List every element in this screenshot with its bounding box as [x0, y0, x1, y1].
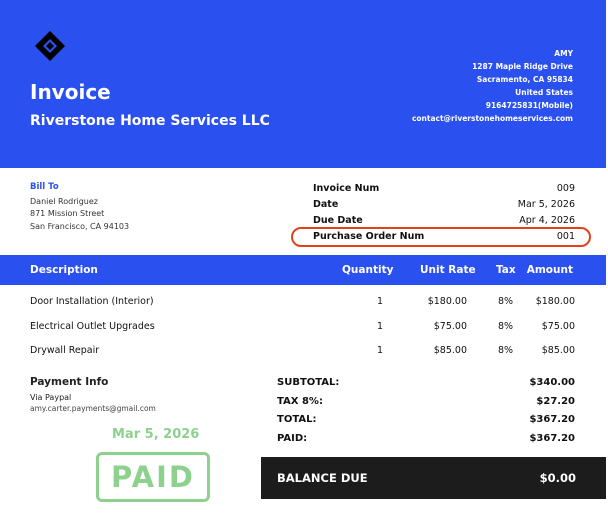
item-amount: $180.00: [535, 296, 575, 307]
po-highlight-oval: [291, 227, 591, 247]
item-unit-rate: $180.00: [427, 296, 467, 307]
line-items: Door Installation (Interior) 1 $180.00 8…: [0, 292, 606, 366]
item-description: Door Installation (Interior): [30, 296, 154, 307]
item-tax: 8%: [498, 345, 514, 356]
meta-label: Invoice Num: [313, 183, 380, 194]
meta-row-invoice-num: Invoice Num 009: [313, 181, 575, 197]
bill-to-block: Bill To Daniel Rodriguez 871 Mission Str…: [30, 181, 129, 233]
table-header: Description Quantity Unit Rate Tax Amoun…: [0, 255, 606, 285]
totals-row: PAID: $367.20: [277, 430, 575, 449]
client-street: 871 Mission Street: [30, 209, 105, 218]
paid-date: Mar 5, 2026: [112, 427, 200, 442]
totals-label: PAID:: [277, 432, 308, 444]
table-row: Drywall Repair 1 $85.00 8% $85.00: [0, 341, 606, 366]
col-tax: Tax: [496, 264, 516, 276]
totals-label: SUBTOTAL:: [277, 377, 340, 388]
totals-block: SUBTOTAL: $340.00 TAX 8%: $27.20 TOTAL: $36…: [277, 374, 575, 448]
item-unit-rate: $85.00: [433, 345, 467, 356]
col-description: Description: [30, 264, 98, 276]
paid-stamp: PAID: [96, 452, 210, 502]
payment-email: amy.carter.payments@gmail.com: [30, 404, 156, 413]
meta-row-date: Date Mar 5, 2026: [313, 197, 575, 213]
totals-value: $27.20: [536, 395, 575, 407]
payment-info: Payment Info Via Paypal amy.carter.payme…: [30, 376, 156, 413]
bill-to-label: Bill To: [30, 182, 59, 192]
client-city: San Francisco, CA 94103: [30, 221, 130, 231]
balance-due-label: BALANCE DUE: [277, 471, 368, 485]
meta-label: Date: [313, 199, 339, 210]
item-tax: 8%: [498, 320, 514, 332]
table-row: Door Installation (Interior) 1 $180.00 8…: [0, 292, 606, 317]
sender-email: contact@riverstonehomeservices.com: [411, 114, 573, 123]
sender-name: AMY: [554, 49, 573, 58]
balance-due-value: $0.00: [539, 471, 576, 485]
diamond-logo-icon: [35, 31, 65, 61]
col-unit-rate: Unit Rate: [420, 264, 476, 276]
sender-country: United States: [515, 88, 573, 97]
company-name: Riverstone Home Services LLC: [30, 113, 270, 129]
sender-phone: 9164725831(Mobile): [485, 101, 573, 110]
sender-address: AMY 1287 Maple Ridge Drive Sacramento, C…: [412, 47, 573, 125]
payment-method: Via Paypal: [30, 393, 72, 402]
client-name: Daniel Rodriguez: [30, 196, 98, 206]
item-quantity: 1: [377, 345, 384, 356]
item-amount: $85.00: [541, 345, 575, 356]
totals-value: $367.20: [529, 432, 575, 444]
totals-value: $367.20: [529, 414, 575, 425]
totals-label: TAX 8%:: [277, 395, 323, 407]
invoice-header: Invoice Riverstone Home Services LLC AMY…: [0, 0, 606, 168]
totals-value: $340.00: [529, 377, 575, 388]
table-row: Electrical Outlet Upgrades 1 $75.00 8% $…: [0, 317, 606, 342]
item-unit-rate: $75.00: [433, 320, 467, 332]
totals-row: TOTAL: $367.20: [277, 411, 575, 430]
sender-city: Sacramento, CA 95834: [476, 75, 573, 84]
meta-value: Mar 5, 2026: [517, 199, 575, 210]
payment-heading: Payment Info: [30, 376, 109, 388]
totals-row: TAX 8%: $27.20: [277, 393, 575, 412]
totals-label: TOTAL:: [277, 414, 317, 425]
item-description: Drywall Repair: [30, 345, 100, 356]
totals-row: SUBTOTAL: $340.00: [277, 374, 575, 393]
item-amount: $75.00: [541, 320, 575, 332]
item-description: Electrical Outlet Upgrades: [30, 320, 155, 332]
col-amount: Amount: [526, 264, 573, 276]
invoice-title: Invoice: [30, 80, 111, 104]
item-quantity: 1: [377, 320, 384, 332]
item-tax: 8%: [498, 296, 514, 307]
balance-due-bar: BALANCE DUE $0.00: [261, 457, 606, 499]
item-quantity: 1: [377, 296, 384, 307]
meta-value: 009: [556, 183, 575, 194]
col-quantity: Quantity: [342, 264, 394, 276]
sender-street: 1287 Maple Ridge Drive: [472, 62, 573, 71]
